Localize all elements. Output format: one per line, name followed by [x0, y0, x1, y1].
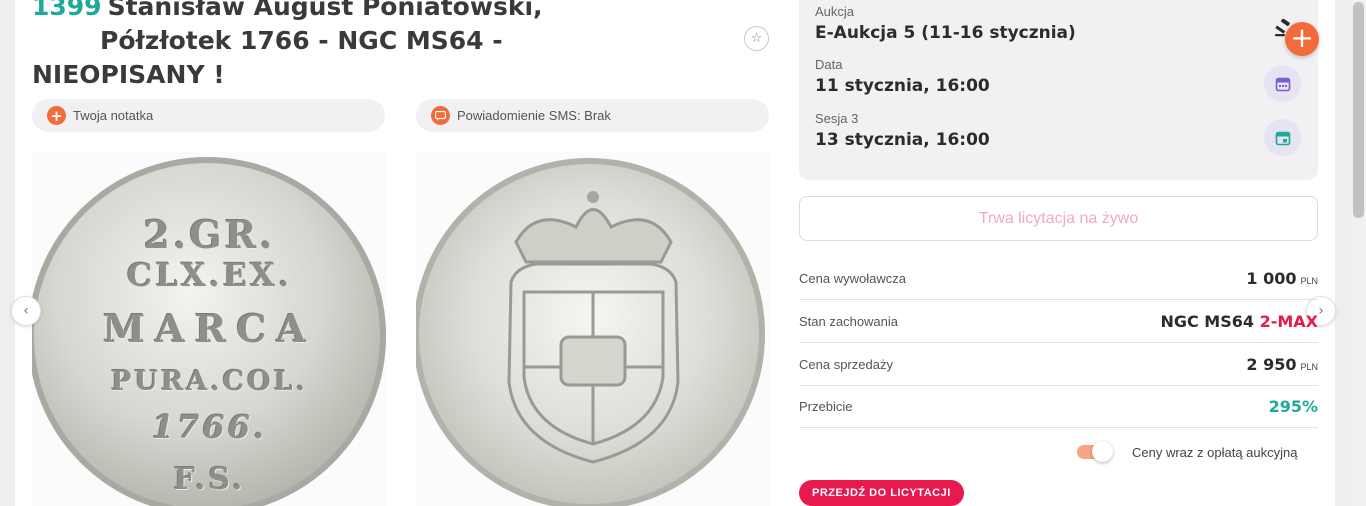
- lot-number: 1399: [32, 0, 102, 21]
- live-bidding-button[interactable]: Trwa licytacja na żywo: [799, 196, 1318, 241]
- auction-label: Aukcja: [815, 4, 855, 19]
- chat-icon: [431, 106, 450, 125]
- start-price-label: Cena wywoławcza: [799, 270, 906, 286]
- grade-suffix: 2-MAX: [1259, 311, 1318, 331]
- sale-price-label: Cena sprzedaży: [799, 356, 893, 372]
- overbid-value: 295%: [1268, 396, 1318, 416]
- overbid-label: Przebicie: [799, 398, 853, 414]
- currency: PLN: [1300, 361, 1318, 372]
- grade-row: Stan zachowania NGC MS64 2-MAX: [799, 300, 1318, 343]
- add-plus-icon[interactable]: +: [1285, 22, 1319, 56]
- start-price-value: 1 000 PLN: [1246, 269, 1318, 288]
- obverse-line-3: MARCA: [103, 306, 316, 351]
- auction-info-panel: Aukcja E-Aukcja 5 (11-16 stycznia) Data …: [799, 0, 1318, 180]
- obverse-line-2: CLX.EX.: [126, 256, 293, 294]
- toggle-knob: [1092, 441, 1113, 462]
- session-row: Sesja 3 13 stycznia, 16:00: [815, 111, 990, 150]
- obverse-line-4: PURA.COL.: [110, 366, 309, 397]
- lot-title-line2: Półzłotek 1766 - NGC MS64 -: [100, 26, 503, 55]
- currency: PLN: [1300, 275, 1318, 286]
- fee-toggle[interactable]: [1077, 441, 1113, 462]
- sale-price-row: Cena sprzedaży 2 950 PLN: [799, 343, 1318, 386]
- sms-label: Powiadomienie SMS: Brak: [457, 108, 611, 123]
- grade-service: NGC MS64: [1160, 311, 1254, 331]
- scrollbar-thumb[interactable]: [1353, 2, 1364, 218]
- obverse-line-1: 2.GR.: [143, 212, 276, 257]
- start-price-row: Cena wywoławcza 1 000 PLN: [799, 257, 1318, 300]
- overbid-row: Przebicie 295%: [799, 385, 1318, 428]
- go-to-bidding-button[interactable]: PRZEJDŹ DO LICYTACJI: [799, 480, 964, 506]
- lot-title-line1: Stanisław August Poniatowski,: [107, 0, 543, 21]
- date-row: Data 11 stycznia, 16:00: [815, 57, 990, 96]
- obverse-line-6: F.S.: [173, 462, 246, 497]
- note-label: Twoja notatka: [73, 108, 154, 123]
- lot-title: 1399 Stanisław August Poniatowski, Półzło…: [32, 0, 543, 92]
- lot-title-line3: NIEOPISANY !: [32, 60, 225, 89]
- page-scrollbar[interactable]: [1351, 0, 1366, 506]
- sms-notification-pill[interactable]: Powiadomienie SMS: Brak: [416, 99, 769, 132]
- grade-value: NGC MS64 2-MAX: [1160, 312, 1318, 331]
- obverse-line-5: 1766.: [151, 408, 268, 446]
- plus-icon: +: [47, 106, 66, 125]
- coin-reverse-image[interactable]: [416, 152, 771, 506]
- sale-price-value: 2 950 PLN: [1246, 355, 1318, 374]
- coat-of-arms-icon: [507, 191, 680, 464]
- date-value: 11 stycznia, 16:00: [815, 76, 990, 96]
- fee-toggle-row: Ceny wraz z opłatą aukcyjną: [1077, 441, 1297, 463]
- coin-obverse-image[interactable]: 2.GR. CLX.EX. MARCA PURA.COL. 1766. F.S.: [32, 152, 387, 506]
- date-label: Data: [815, 57, 843, 72]
- prev-image-chevron-left-icon[interactable]: ‹: [11, 296, 41, 326]
- note-pill[interactable]: + Twoja notatka: [32, 99, 385, 132]
- favorite-star-icon[interactable]: ☆: [744, 26, 769, 51]
- sale-price-amount: 2 950: [1246, 354, 1297, 374]
- calendar-day-icon[interactable]: [1264, 119, 1301, 156]
- auction-value[interactable]: E-Aukcja 5 (11-16 stycznia): [815, 23, 1076, 43]
- session-label: Sesja 3: [815, 111, 859, 126]
- start-price-amount: 1 000: [1246, 268, 1297, 288]
- auction-row: Aukcja E-Aukcja 5 (11-16 stycznia): [815, 4, 1076, 43]
- calendar-icon[interactable]: [1264, 65, 1301, 102]
- fee-toggle-label: Ceny wraz z opłatą aukcyjną: [1132, 444, 1298, 460]
- grade-label: Stan zachowania: [799, 313, 899, 329]
- session-value: 13 stycznia, 16:00: [815, 130, 990, 150]
